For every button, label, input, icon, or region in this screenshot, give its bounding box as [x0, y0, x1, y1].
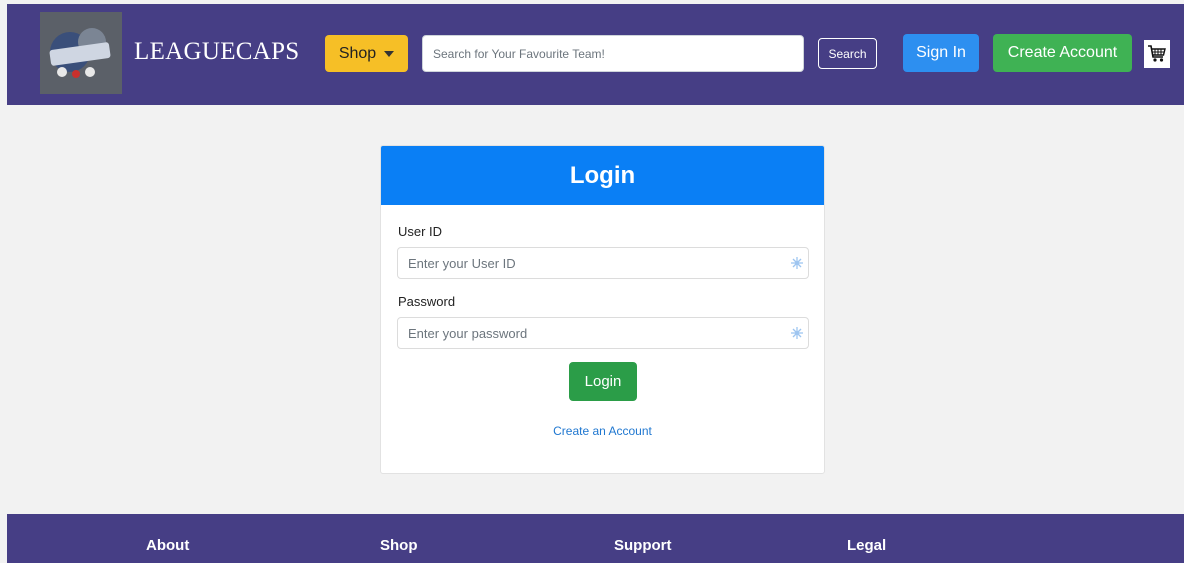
cart-icon	[1148, 45, 1166, 62]
search-input[interactable]	[422, 35, 804, 72]
password-field[interactable]	[397, 317, 809, 349]
footer-legal-heading: Legal	[847, 537, 887, 554]
top-navbar: LEAGUECAPS Shop Search Sign In Create Ac…	[7, 4, 1184, 105]
create-account-link[interactable]: Create an Account	[381, 424, 824, 438]
cart-button[interactable]	[1144, 40, 1170, 68]
shop-label: Shop	[338, 44, 377, 62]
caret-down-icon	[384, 50, 395, 57]
user-id-field[interactable]	[397, 247, 809, 279]
search-button[interactable]: Search	[818, 38, 877, 69]
login-card: Login User ID Password Login Create an A…	[380, 145, 825, 474]
sign-in-button[interactable]: Sign In	[903, 34, 979, 72]
shop-dropdown-button[interactable]: Shop	[325, 35, 408, 72]
footer: About Shop Support Legal	[7, 514, 1184, 563]
footer-about-heading: About	[146, 537, 190, 554]
footer-shop-heading: Shop	[380, 537, 418, 554]
footer-support-heading: Support	[614, 537, 672, 554]
login-title: Login	[381, 146, 824, 205]
autofill-key-icon[interactable]	[790, 256, 804, 270]
user-id-label: User ID	[398, 224, 443, 239]
password-input[interactable]	[398, 318, 768, 348]
login-submit-button[interactable]: Login	[569, 362, 637, 401]
password-label: Password	[398, 294, 456, 309]
create-account-button[interactable]: Create Account	[993, 34, 1132, 72]
user-id-input[interactable]	[398, 248, 768, 278]
autofill-key-icon[interactable]	[790, 326, 804, 340]
site-logo[interactable]	[40, 12, 122, 94]
brand-name[interactable]: LEAGUECAPS	[134, 38, 300, 66]
